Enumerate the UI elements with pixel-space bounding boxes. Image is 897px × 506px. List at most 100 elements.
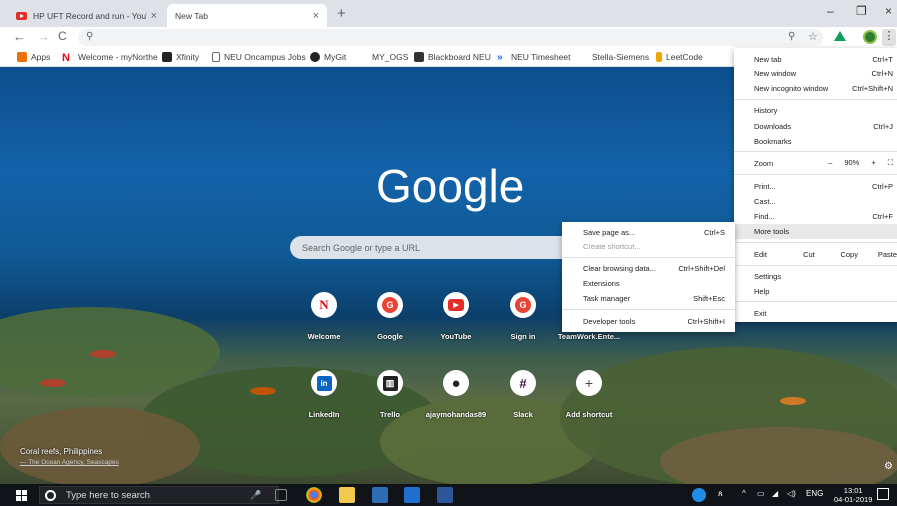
bookmark-apps[interactable]: Apps [17,52,50,62]
menu-bookmarks[interactable]: Bookmarks [754,134,893,148]
windows-start-icon[interactable] [16,490,27,501]
menu-cast[interactable]: Cast... [754,194,893,208]
menu-find[interactable]: Find... Ctrl+F [754,209,893,223]
file-explorer-icon[interactable] [339,487,355,503]
trello-icon: ▥ [377,370,403,396]
ntp-search-input[interactable] [302,239,572,256]
chrome-icon[interactable] [306,487,322,503]
submenu-create-shortcut: Create shortcut... [583,240,725,253]
submenu-task-manager[interactable]: Task manager Shift+Esc [583,292,725,305]
menu-divider [734,265,897,266]
maximize-button[interactable]: ❐ [856,4,867,18]
close-window-button[interactable]: × [885,4,892,18]
volume-icon[interactable]: ◁) [787,489,796,498]
cortana-icon [45,490,56,501]
system-clock[interactable]: 13:01 04-01-2019 [834,486,872,504]
notification-icon[interactable] [877,488,889,500]
wifi-icon[interactable]: ◢ [772,489,778,498]
menu-downloads[interactable]: Downloads Ctrl+J [754,119,893,133]
fullscreen-icon[interactable]: ⛶ [888,158,893,168]
menu-new-tab[interactable]: New tab Ctrl+T [754,52,893,66]
tab-new-tab[interactable]: New Tab × [167,4,327,27]
forward-button[interactable]: → [37,29,50,44]
menu-exit[interactable]: Exit [754,306,893,320]
shortcut-welcome[interactable]: N Welcome [289,292,359,341]
zoom-out-button[interactable]: – [828,158,832,168]
profile-avatar[interactable] [863,30,877,44]
bookmark-welcome[interactable]: N Welcome - myNorthe [62,52,158,64]
gear-icon[interactable]: ⚙ [884,461,893,472]
battery-icon[interactable]: ▭ [757,489,765,498]
taskbar-search[interactable]: Type here to search 🎤 [39,486,279,504]
netflix-n-icon: N [311,292,337,318]
menu-more-tools[interactable]: More tools [734,224,897,239]
bookmark-my-ogs[interactable]: MY_OGS [372,52,408,62]
menu-print[interactable]: Print... Ctrl+P [754,179,893,193]
menu-new-incognito[interactable]: New incognito window Ctrl+Shift+N [754,81,893,95]
word-icon[interactable] [437,487,453,503]
menu-label: Zoom [754,158,774,168]
bookmark-blackboard[interactable]: Blackboard NEU [414,52,491,62]
task-view-icon[interactable] [275,489,287,501]
chrome-menu-button[interactable]: ⋮ [882,29,896,46]
address-bar[interactable]: ⚲ ⚲ ☆ [78,29,823,46]
shortcut-trello[interactable]: ▥ Trello [355,370,425,419]
submenu-extensions[interactable]: Extensions [583,277,725,290]
zoom-in-button[interactable]: + [871,158,875,168]
microphone-icon[interactable]: 🎤 [250,490,261,501]
zoom-icon[interactable]: ⚲ [788,31,795,42]
submenu-save-page[interactable]: Save page as... Ctrl+S [583,226,725,239]
shortcut-sign-in[interactable]: G Sign in [488,292,558,341]
shortcut-google[interactable]: G Google [355,292,425,341]
menu-label: Create shortcut... [583,242,641,251]
menu-cut-button[interactable]: Cut [803,250,840,259]
reload-button[interactable]: C [58,29,67,43]
bookmark-xfinity[interactable]: Xfinity [162,52,199,62]
tab-close-icon[interactable]: × [313,10,319,22]
menu-settings[interactable]: Settings [754,269,893,283]
google-drive-icon[interactable] [834,31,846,41]
menu-divider [734,99,897,100]
menu-help[interactable]: Help [754,284,893,298]
menu-label: Clear browsing data... [583,264,656,273]
people-icon[interactable]: ጸ [718,489,723,499]
bookmark-neu-timesheet[interactable]: » NEU Timesheet [497,52,571,63]
new-tab-button[interactable]: + [337,5,346,22]
github-icon [310,52,320,62]
address-input[interactable] [100,30,700,45]
network-app-icon[interactable] [692,488,706,502]
azure-icon[interactable] [404,487,420,503]
tab-close-icon[interactable]: × [151,10,157,22]
menu-new-window[interactable]: New window Ctrl+N [754,66,893,80]
star-icon[interactable]: ☆ [808,30,818,43]
add-shortcut-button[interactable]: + Add shortcut [554,370,624,419]
google-logo: Google [376,160,525,212]
background-credit[interactable]: Coral reefs, Philippines [20,447,102,456]
shortcut-slack[interactable]: # Slack [488,370,558,419]
menu-history[interactable]: History [754,103,893,117]
bookmark-mygit[interactable]: MyGit [310,52,346,62]
menu-paste-button[interactable]: Paste [878,250,897,259]
youtube-icon: ▶ [443,292,469,318]
language-indicator[interactable]: ENG [806,489,823,498]
bookmark-leetcode[interactable]: LeetCode [656,52,703,62]
shortcut-github[interactable]: ● ajaymohandas89 [421,370,491,419]
submenu-developer-tools[interactable]: Developer tools Ctrl+Shift+I [583,315,725,328]
minimize-button[interactable]: – [827,4,834,18]
tab-youtube[interactable]: HP UFT Record and run - YouTub × [8,4,165,27]
menu-label: Help [754,286,770,296]
snipping-tool-icon[interactable] [372,487,388,503]
back-button[interactable]: ← [13,29,26,44]
shortcut-linkedin[interactable]: in LinkedIn [289,370,359,419]
ntp-search-box[interactable] [290,236,590,259]
menu-label: Print... [754,181,776,191]
chevron-up-icon[interactable]: ^ [742,489,746,498]
fish-decoration [90,350,116,358]
menu-copy-button[interactable]: Copy [840,250,877,259]
bookmark-neu-jobs[interactable]: NEU Oncampus Jobs [212,52,306,62]
shortcut-youtube[interactable]: ▶ YouTube [421,292,491,341]
submenu-clear-browsing[interactable]: Clear browsing data... Ctrl+Shift+Del [583,262,725,275]
google-g-icon: G [510,292,536,318]
background-credit-link[interactable]: — The Ocean Agency, Seascapes [20,459,119,466]
bookmark-stella[interactable]: Stella-Siemens [592,52,649,62]
